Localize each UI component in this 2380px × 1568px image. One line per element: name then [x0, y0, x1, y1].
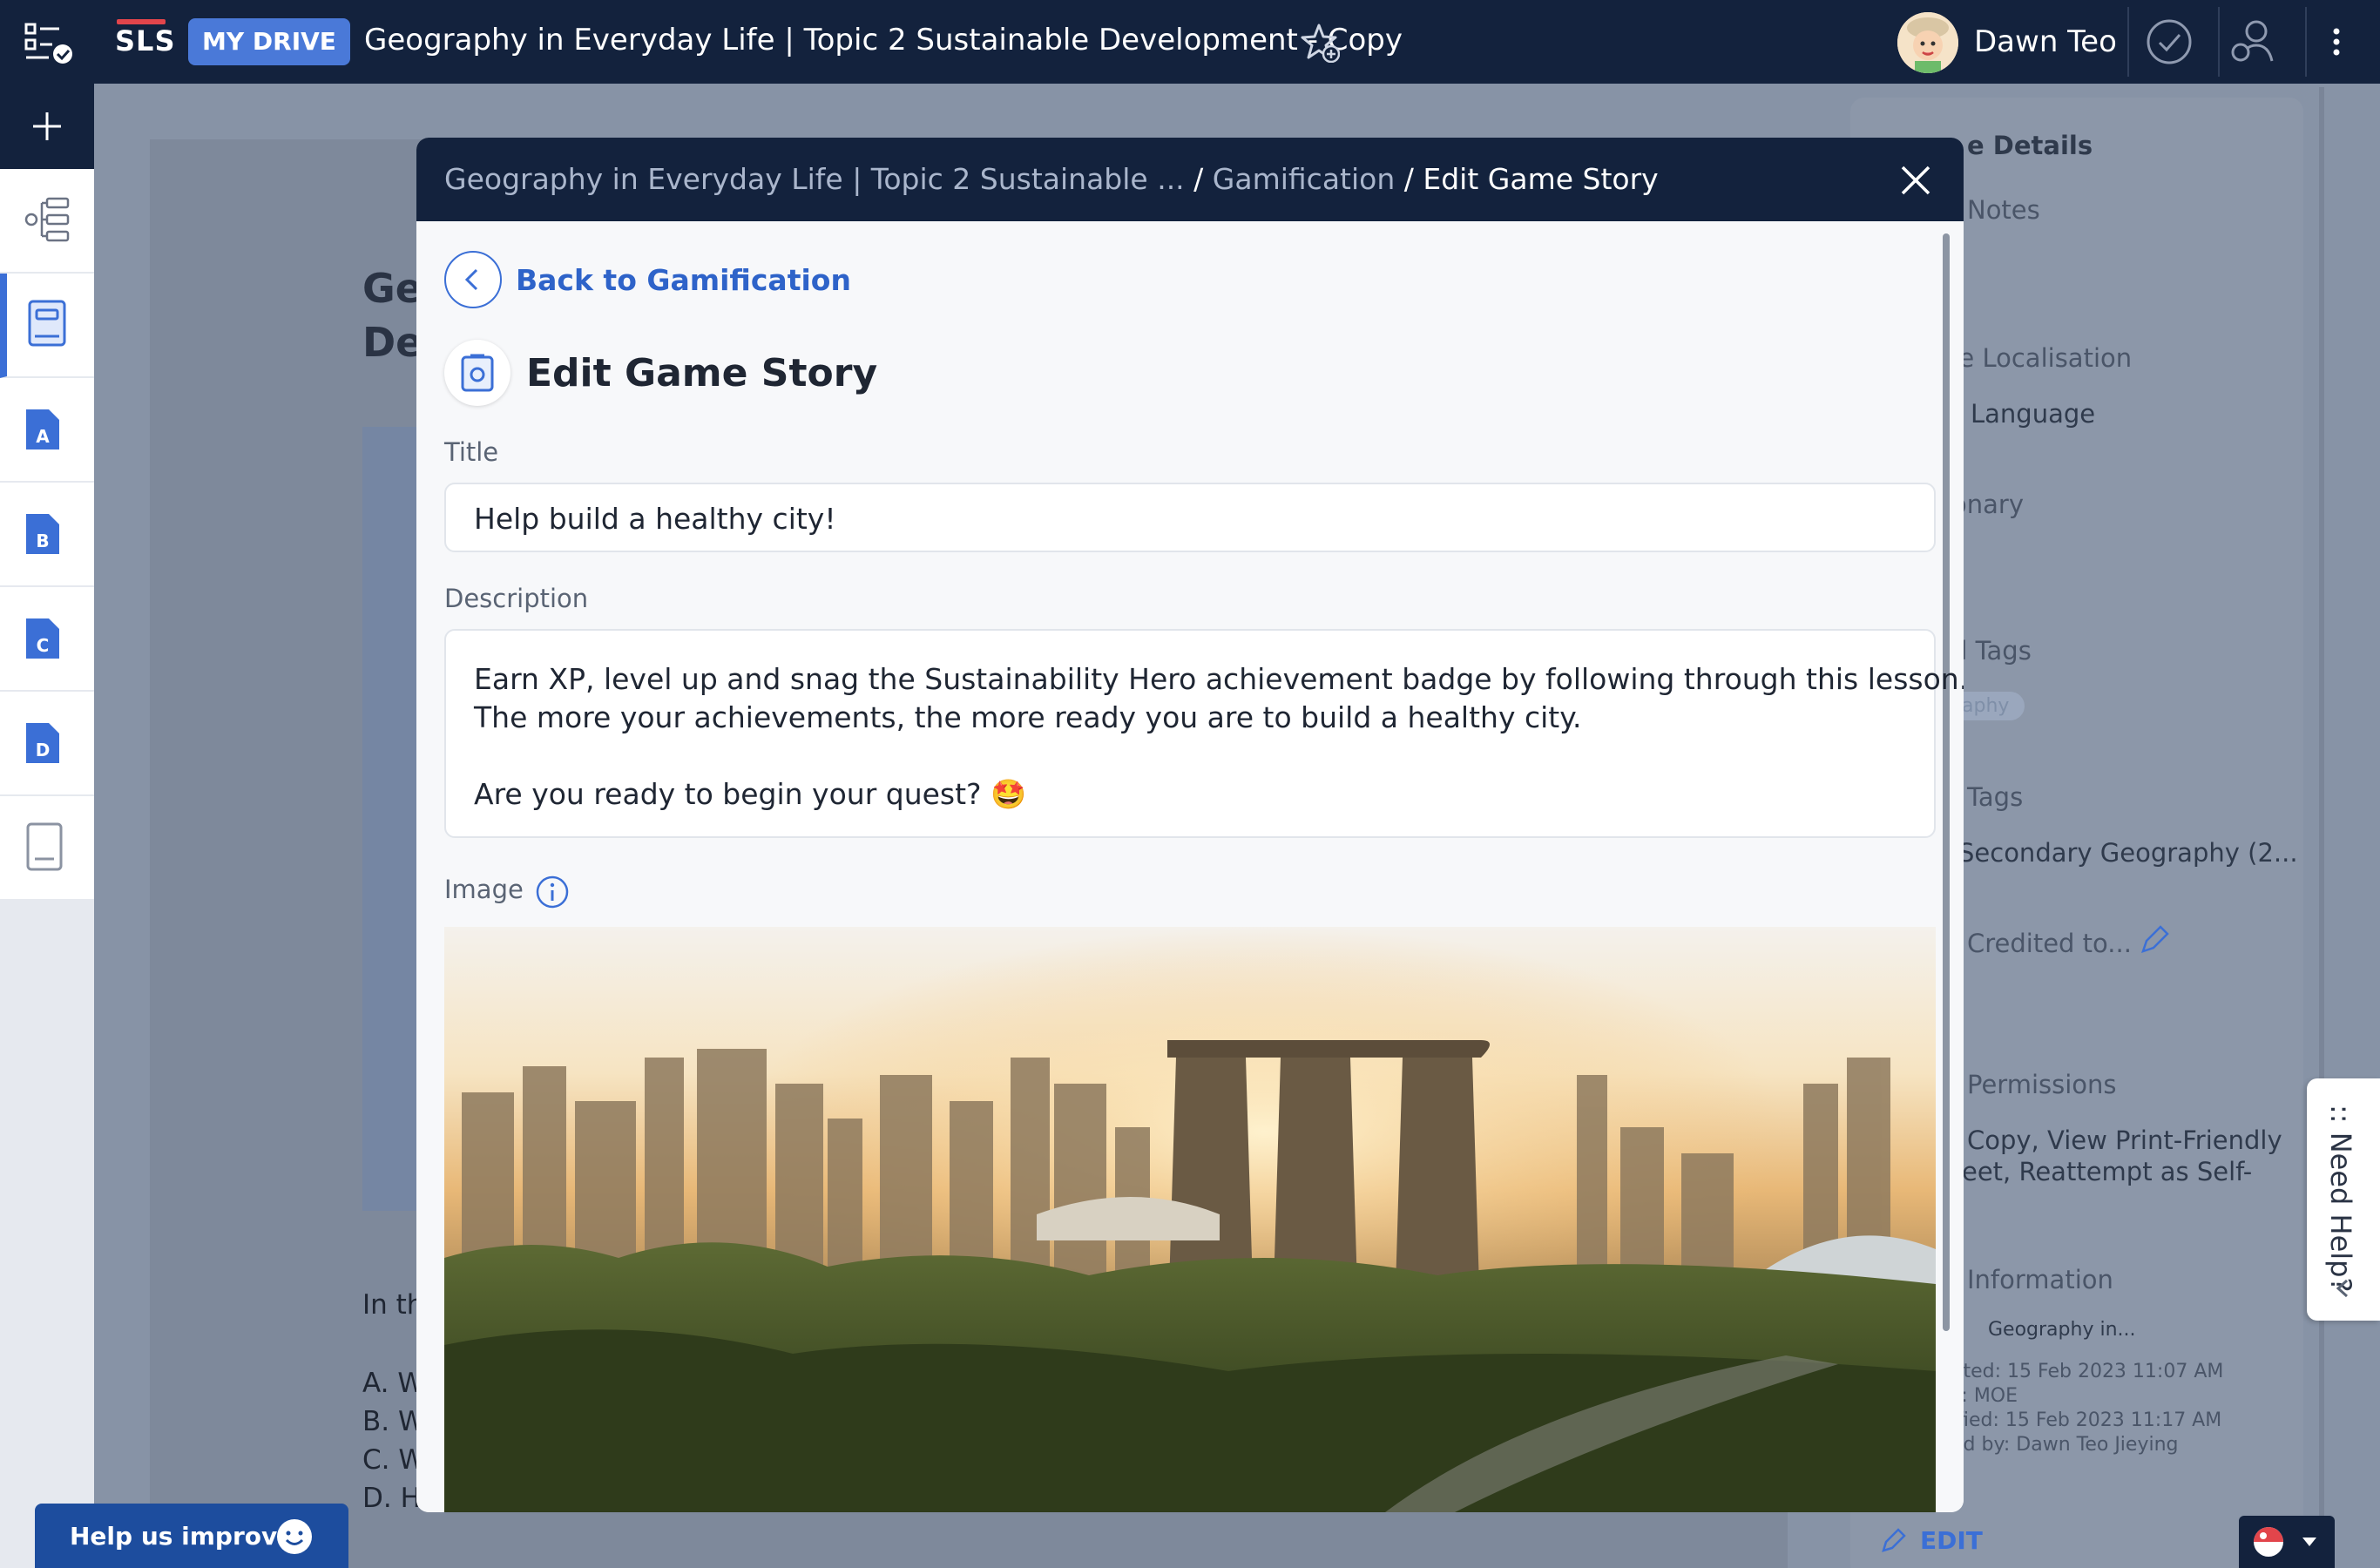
lesson-option: A. W [362, 1368, 425, 1399]
user-switch-icon[interactable] [2228, 17, 2277, 66]
structure-icon [24, 197, 70, 242]
language-selector[interactable] [2239, 1516, 2335, 1568]
rail-item-section-a[interactable]: A [0, 378, 94, 483]
svg-text:C: C [37, 635, 50, 656]
game-story-icon [444, 340, 510, 406]
chevron-left-icon [464, 268, 478, 291]
lesson-option: B. W [362, 1406, 425, 1437]
page-title: Geography in Everyday Life | Topic 2 Sus… [364, 23, 1403, 57]
chevron-down-icon [2302, 1538, 2316, 1546]
lesson-option: D. H [362, 1483, 421, 1514]
edit-pencil-icon [1882, 1528, 1906, 1552]
edit-game-story-modal: Geography in Everyday Life | Topic 2 Sus… [416, 138, 1964, 1512]
description-textarea[interactable]: Earn XP, level up and snag the Sustainab… [444, 629, 1964, 838]
breadcrumb-separator: / [1184, 162, 1213, 196]
my-drive-badge[interactable]: MY DRIVE [188, 18, 350, 65]
check-circle-icon[interactable] [2145, 17, 2194, 66]
lesson-text: In th [362, 1289, 424, 1321]
details-perm-line1: Copy, View Print-Friendly [1967, 1125, 2282, 1155]
help-us-improve-button[interactable]: Help us improve [35, 1504, 348, 1568]
details-title: e Details [1967, 131, 2093, 160]
modal-title-row: Edit Game Story [444, 340, 877, 406]
details-secondary-geo: Secondary Geography (2... [1958, 838, 2298, 868]
add-button[interactable] [0, 84, 94, 169]
details-language[interactable]: Language [1971, 399, 2095, 429]
details-credited: Credited to... [1967, 929, 2132, 958]
details-modified-by: ed by: Dawn Teo Jieying [1951, 1434, 2179, 1456]
details-created: ated: 15 Feb 2023 11:07 AM [1951, 1361, 2224, 1382]
details-tags-2: Tags [1967, 782, 2024, 812]
details-notes[interactable]: Notes [1967, 195, 2040, 225]
plus-icon [33, 112, 61, 140]
divider [2218, 7, 2220, 77]
need-help-label: :: Need Help? [2324, 1105, 2357, 1293]
rail-item-end[interactable] [0, 796, 94, 901]
modal-scrollbar[interactable] [1943, 233, 1950, 1331]
rail-item-section-c[interactable]: C [0, 587, 94, 692]
breadcrumb-current: Edit Game Story [1423, 162, 1659, 196]
favourite-star-icon[interactable] [1300, 23, 1340, 63]
details-permissions: Permissions [1967, 1070, 2117, 1099]
title-label: Title [444, 437, 499, 467]
details-edit-link[interactable]: EDIT [1880, 1526, 1983, 1555]
svg-text:D: D [36, 740, 51, 760]
breadcrumb-root[interactable]: Geography in Everyday Life | Topic 2 Sus… [444, 162, 1185, 196]
breadcrumb-gamification[interactable]: Gamification [1213, 162, 1395, 196]
section-a-icon: A [26, 409, 59, 449]
details-localisation: ge Localisation [1943, 343, 2133, 373]
tasks-icon[interactable] [24, 21, 73, 64]
svg-text:A: A [36, 426, 50, 447]
need-help-tab[interactable]: :: Need Help? [2307, 1078, 2380, 1321]
game-story-image[interactable] [444, 927, 1936, 1512]
rail-item-structure[interactable] [0, 169, 94, 274]
divider [2127, 7, 2129, 77]
title-input[interactable]: Help build a healthy city! [444, 483, 1936, 552]
details-info-link[interactable]: Geography in... [1988, 1319, 2136, 1341]
description-label: Description [444, 584, 589, 613]
more-vertical-icon[interactable] [2317, 17, 2356, 66]
smiley-icon [277, 1519, 312, 1554]
breadcrumb-separator: / [1395, 162, 1423, 196]
user-avatar[interactable] [1897, 12, 1958, 73]
modal-page-title: Edit Game Story [526, 350, 878, 395]
chevron-left-icon [2336, 1279, 2349, 1298]
breadcrumb: Geography in Everyday Life | Topic 2 Sus… [444, 162, 1659, 196]
lesson-heading: Ge De [362, 265, 423, 366]
section-b-icon: B [26, 514, 59, 554]
sls-logo[interactable]: SLS [115, 19, 175, 57]
section-c-icon: C [26, 618, 59, 659]
rail-item-section-b[interactable]: B [0, 483, 94, 587]
divider [2305, 7, 2307, 77]
modal-header: Geography in Everyday Life | Topic 2 Sus… [416, 138, 1964, 221]
details-modified: ified: 15 Feb 2023 11:17 AM [1951, 1409, 2222, 1431]
image-label: Image [444, 875, 524, 904]
close-icon[interactable] [1897, 162, 1934, 199]
info-icon[interactable] [535, 875, 570, 909]
details-information: Information [1967, 1265, 2113, 1294]
flag-icon [2254, 1527, 2283, 1557]
details-perm-line2: eet, Reattempt as Self- [1962, 1157, 2253, 1186]
user-name[interactable]: Dawn Teo [1974, 24, 2117, 59]
svg-text:B: B [36, 531, 49, 551]
top-bar: SLS MY DRIVE Geography in Everyday Life … [0, 0, 2380, 84]
details-scrollbar[interactable] [2319, 87, 2324, 1568]
rail-item-section-d[interactable]: D [0, 692, 94, 796]
back-button-circle [444, 251, 502, 308]
edit-pencil-icon[interactable] [2138, 925, 2169, 956]
back-button-label: Back to Gamification [516, 262, 851, 297]
book-icon [28, 300, 66, 347]
rail-item-cover[interactable] [0, 274, 94, 378]
section-d-icon: D [26, 723, 59, 763]
back-to-gamification-button[interactable]: Back to Gamification [444, 251, 851, 308]
book-end-icon [26, 822, 63, 871]
